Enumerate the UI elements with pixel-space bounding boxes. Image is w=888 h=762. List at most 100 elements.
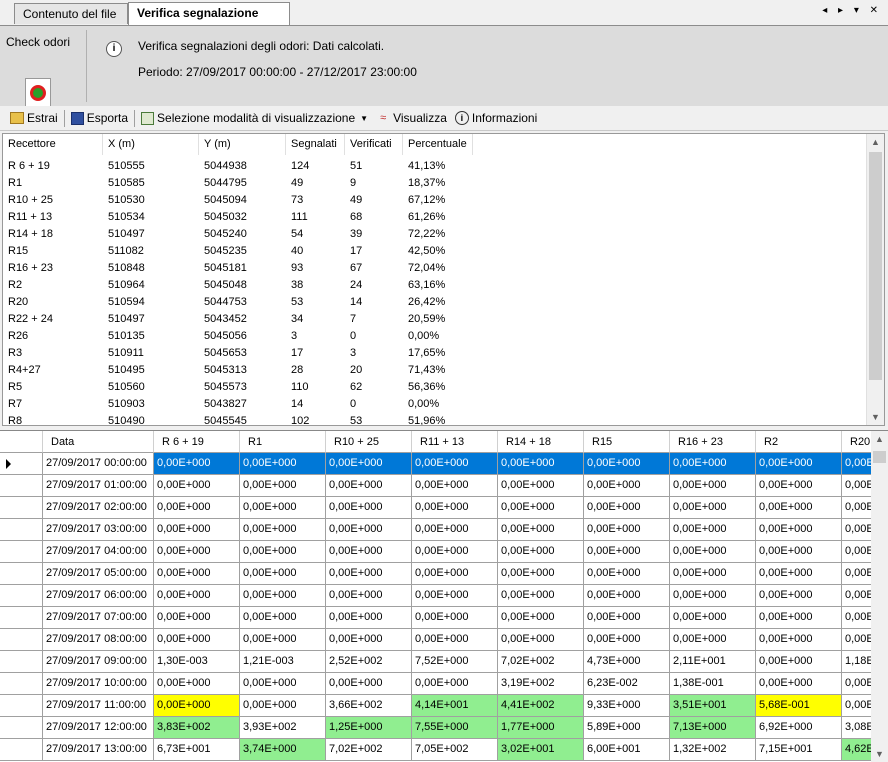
grid-cell[interactable]: 0,00E+000 <box>240 673 326 695</box>
table-row[interactable]: 27/09/2017 11:00:00 0,00E+000 0,00E+000 3,6… <box>0 695 882 717</box>
grid-cell[interactable]: 3,66E+002 <box>326 695 412 717</box>
grid-cell[interactable]: 0,00E+000 <box>240 695 326 717</box>
scroll-thumb[interactable] <box>873 451 886 463</box>
grid-column-header[interactable]: R 6 + 19 <box>154 431 240 453</box>
grid-cell[interactable]: 0,00E+000 <box>756 541 842 563</box>
grid-cell[interactable]: 27/09/2017 01:00:00 <box>43 475 154 497</box>
grid-cell[interactable]: 0,00E+000 <box>498 475 584 497</box>
list-column-header[interactable]: Verificati <box>345 134 403 155</box>
grid-column-header[interactable]: R16 + 23 <box>670 431 756 453</box>
grid-cell[interactable]: 27/09/2017 02:00:00 <box>43 497 154 519</box>
grid-column-header[interactable]: R15 <box>584 431 670 453</box>
grid-cell[interactable]: 7,02E+002 <box>326 739 412 761</box>
scroll-up-icon[interactable]: ▲ <box>871 431 888 447</box>
grid-cell[interactable]: 0,00E+000 <box>326 453 412 475</box>
grid-column-header[interactable]: R14 + 18 <box>498 431 584 453</box>
grid-cell[interactable]: 0,00E+000 <box>154 497 240 519</box>
grid-cell[interactable]: 0,00E+000 <box>670 563 756 585</box>
grid-cell[interactable]: 0,00E+000 <box>412 673 498 695</box>
grid-cell[interactable]: 27/09/2017 04:00:00 <box>43 541 154 563</box>
grid-cell[interactable]: 4,73E+000 <box>584 651 670 673</box>
grid-cell[interactable]: 0,00E+000 <box>154 629 240 651</box>
grid-cell[interactable]: 0,00E+000 <box>412 541 498 563</box>
grid-cell[interactable]: 0,00E+000 <box>412 497 498 519</box>
grid-cell[interactable]: 0,00E+000 <box>498 541 584 563</box>
grid-cell[interactable]: 0,00E+000 <box>240 607 326 629</box>
list-item[interactable]: R2 510964 5045048 38 24 63,16% <box>3 277 863 294</box>
table-row[interactable]: 27/09/2017 00:00:00 0,00E+000 0,00E+000 0,0… <box>0 453 882 475</box>
row-header[interactable] <box>0 563 43 585</box>
grid-cell[interactable]: 3,02E+001 <box>498 739 584 761</box>
grid-cell[interactable]: 27/09/2017 05:00:00 <box>43 563 154 585</box>
grid-column-header[interactable]: Data <box>43 431 154 453</box>
list-item[interactable]: R7 510903 5043827 14 0 0,00% <box>3 396 863 413</box>
table-row[interactable]: 27/09/2017 06:00:00 0,00E+000 0,00E+000 0,0… <box>0 585 882 607</box>
row-header[interactable] <box>0 673 43 695</box>
grid-cell[interactable]: 0,00E+000 <box>240 629 326 651</box>
grid-cell[interactable]: 0,00E+000 <box>498 497 584 519</box>
tab-contenuto-del-file[interactable]: Contenuto del file <box>14 3 128 24</box>
grid-cell[interactable]: 0,00E+000 <box>670 475 756 497</box>
grid-cell[interactable]: 0,00E+000 <box>670 453 756 475</box>
grid-cell[interactable]: 0,00E+000 <box>584 497 670 519</box>
grid-cell[interactable]: 7,02E+002 <box>498 651 584 673</box>
row-header[interactable] <box>0 629 43 651</box>
row-header[interactable] <box>0 453 43 475</box>
list-item[interactable]: R15 511082 5045235 40 17 42,50% <box>3 243 863 260</box>
row-header[interactable] <box>0 541 43 563</box>
grid-cell[interactable]: 0,00E+000 <box>154 541 240 563</box>
grid-cell[interactable]: 2,11E+001 <box>670 651 756 673</box>
grid-cell[interactable]: 0,00E+000 <box>498 607 584 629</box>
grid-cell[interactable]: 6,00E+001 <box>584 739 670 761</box>
list-item[interactable]: R20 510594 5044753 53 14 26,42% <box>3 294 863 311</box>
visualizza-button[interactable]: ≈ Visualizza <box>372 108 451 128</box>
row-header[interactable] <box>0 519 43 541</box>
grid-cell[interactable]: 0,00E+000 <box>154 607 240 629</box>
receptor-summary-list[interactable]: Recettore X (m) Y (m) Segnalati Verificati Pe… <box>2 133 885 426</box>
estrai-button[interactable]: Estrai <box>6 108 62 128</box>
grid-cell[interactable]: 0,00E+000 <box>240 475 326 497</box>
table-row[interactable]: 27/09/2017 12:00:00 3,83E+002 3,93E+002 1,2… <box>0 717 882 739</box>
grid-cell[interactable]: 0,00E+000 <box>412 629 498 651</box>
table-row[interactable]: 27/09/2017 01:00:00 0,00E+000 0,00E+000 0,0… <box>0 475 882 497</box>
list-item[interactable]: R26 510135 5045056 3 0 0,00% <box>3 328 863 345</box>
grid-cell[interactable]: 27/09/2017 07:00:00 <box>43 607 154 629</box>
grid-cell[interactable]: 0,00E+000 <box>154 519 240 541</box>
grid-cell[interactable]: 27/09/2017 09:00:00 <box>43 651 154 673</box>
grid-cell[interactable]: 0,00E+000 <box>584 475 670 497</box>
esporta-button[interactable]: Esporta <box>67 108 132 128</box>
grid-cell[interactable]: 27/09/2017 03:00:00 <box>43 519 154 541</box>
grid-cell[interactable]: 0,00E+000 <box>584 563 670 585</box>
list-item[interactable]: R22 + 24 510497 5043452 34 7 20,59% <box>3 311 863 328</box>
grid-cell[interactable]: 1,77E+000 <box>498 717 584 739</box>
grid-cell[interactable]: 3,51E+001 <box>670 695 756 717</box>
grid-cell[interactable]: 27/09/2017 08:00:00 <box>43 629 154 651</box>
grid-cell[interactable]: 27/09/2017 06:00:00 <box>43 585 154 607</box>
grid-cell[interactable]: 3,19E+002 <box>498 673 584 695</box>
grid-cell[interactable]: 0,00E+000 <box>670 519 756 541</box>
grid-cell[interactable]: 0,00E+000 <box>240 563 326 585</box>
grid-cell[interactable]: 0,00E+000 <box>326 585 412 607</box>
row-header[interactable] <box>0 739 43 761</box>
grid-cell[interactable]: 0,00E+000 <box>154 695 240 717</box>
grid-cell[interactable]: 0,00E+000 <box>154 475 240 497</box>
grid-cell[interactable]: 7,05E+002 <box>412 739 498 761</box>
grid-cell[interactable]: 0,00E+000 <box>756 585 842 607</box>
list-item[interactable]: R5 510560 5045573 110 62 56,36% <box>3 379 863 396</box>
grid-cell[interactable]: 7,15E+001 <box>756 739 842 761</box>
grid-cell[interactable]: 0,00E+000 <box>154 453 240 475</box>
grid-cell[interactable]: 0,00E+000 <box>154 563 240 585</box>
list-item[interactable]: R3 510911 5045653 17 3 17,65% <box>3 345 863 362</box>
grid-cell[interactable]: 0,00E+000 <box>498 519 584 541</box>
grid-cell[interactable]: 0,00E+000 <box>412 519 498 541</box>
table-row[interactable]: 27/09/2017 04:00:00 0,00E+000 0,00E+000 0,0… <box>0 541 882 563</box>
row-header[interactable] <box>0 497 43 519</box>
tab-navigation-controls[interactable]: ◂ ▸ ▾ ✕ <box>822 5 882 16</box>
grid-cell[interactable]: 6,23E-002 <box>584 673 670 695</box>
grid-cell[interactable]: 0,00E+000 <box>154 673 240 695</box>
grid-cell[interactable]: 7,52E+000 <box>412 651 498 673</box>
scroll-down-icon[interactable]: ▼ <box>867 409 884 425</box>
row-header[interactable] <box>0 607 43 629</box>
grid-cell[interactable]: 0,00E+000 <box>326 629 412 651</box>
grid-cell[interactable]: 0,00E+000 <box>756 475 842 497</box>
